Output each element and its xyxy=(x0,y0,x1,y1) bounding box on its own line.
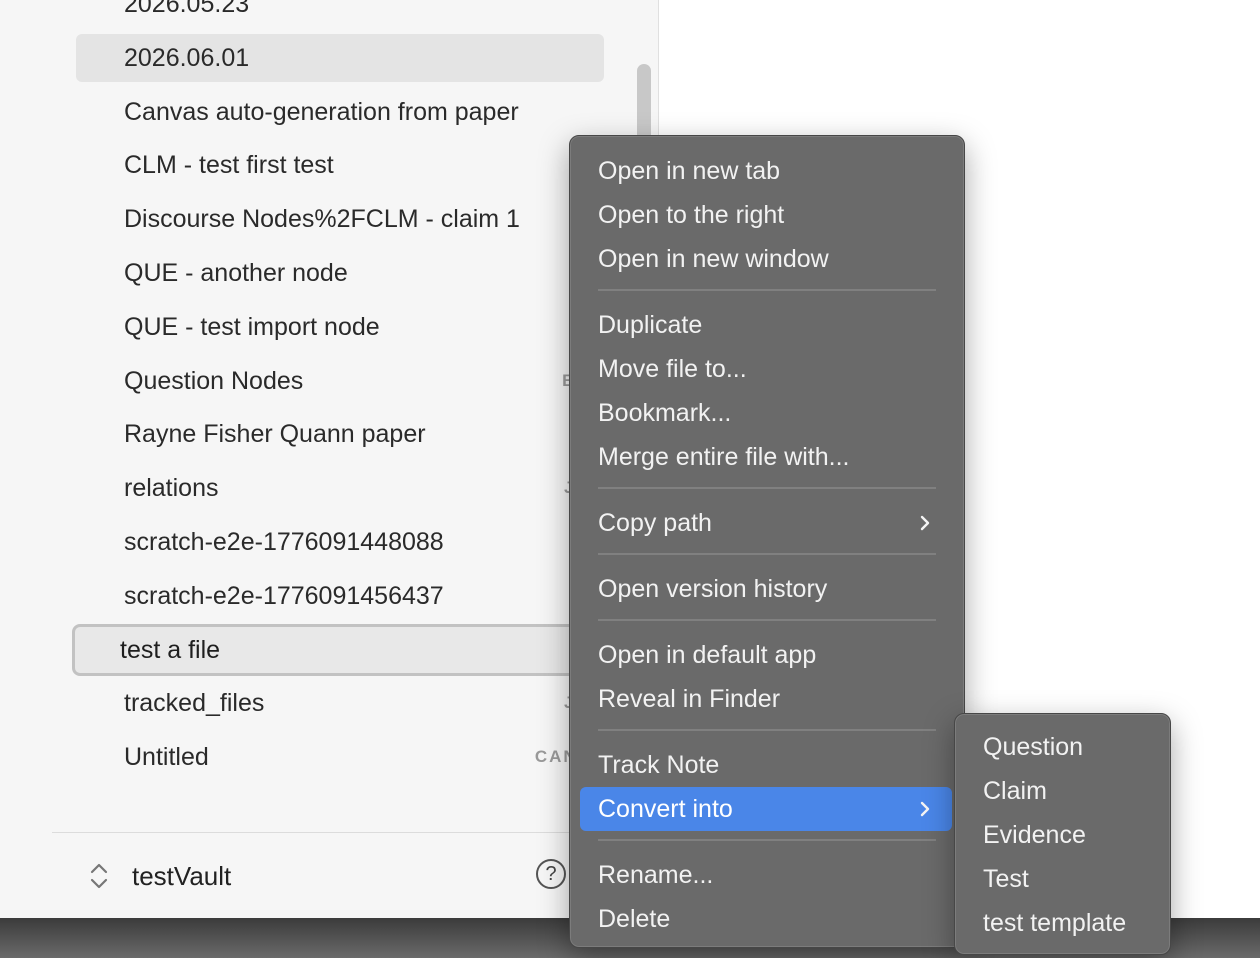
file-item[interactable]: scratch-e2e-1776091448088 xyxy=(76,518,604,566)
menu-item-label: Reveal in Finder xyxy=(598,685,781,713)
file-item-label: tracked_files xyxy=(124,689,265,718)
menu-item-open-in-new-tab[interactable]: Open in new tab xyxy=(580,149,952,193)
menu-item-label: Copy path xyxy=(598,509,712,537)
submenu-item-test-template[interactable]: test template xyxy=(965,901,1160,945)
file-item-label: QUE - test import node xyxy=(124,312,380,341)
file-item[interactable]: Discourse Nodes%2FCLM - claim 1 xyxy=(76,195,604,243)
file-item-label: 2026.06.01 xyxy=(124,43,250,72)
file-context-menu: Open in new tab Open to the right Open in … xyxy=(569,135,965,948)
menu-item-delete[interactable]: Delete xyxy=(580,897,952,941)
menu-item-rename[interactable]: Rename... xyxy=(580,853,952,897)
menu-item-open-version-history[interactable]: Open version history xyxy=(580,567,952,611)
submenu-item-label: test template xyxy=(983,909,1127,937)
file-item-label: Discourse Nodes%2FCLM - claim 1 xyxy=(124,205,520,234)
chevron-right-icon xyxy=(920,515,930,531)
menu-separator xyxy=(598,729,936,731)
file-item-label: Question Nodes xyxy=(124,366,304,395)
chevron-right-icon xyxy=(920,801,930,817)
file-explorer: 2026.05.23 2026.06.01 Canvas auto-generati… xyxy=(52,0,659,918)
file-item[interactable]: test a file xyxy=(72,623,632,676)
convert-into-submenu: Question Claim Evidence Test test template xyxy=(954,713,1171,955)
menu-item-label: Bookmark... xyxy=(598,399,732,427)
menu-item-label: Rename... xyxy=(598,861,714,889)
file-item-label: QUE - another node xyxy=(124,259,348,287)
menu-separator xyxy=(598,839,936,841)
submenu-item-claim[interactable]: Claim xyxy=(965,769,1160,813)
menu-item-reveal-in-finder[interactable]: Reveal in Finder xyxy=(580,677,952,721)
menu-item-track-note[interactable]: Track Note xyxy=(580,743,952,787)
submenu-item-label: Test xyxy=(983,865,1029,893)
file-item-label: Rayne Fisher Quann paper xyxy=(124,420,426,449)
file-item[interactable]: Canvas auto-generation from paper xyxy=(76,88,604,136)
submenu-item-question[interactable]: Question xyxy=(965,725,1160,769)
menu-item-label: Open in new tab xyxy=(598,157,781,185)
file-item-label: relations xyxy=(124,474,219,503)
menu-item-copy-path[interactable]: Copy path xyxy=(580,501,952,545)
menu-item-convert-into[interactable]: Convert into xyxy=(580,787,952,831)
footer-divider xyxy=(52,832,658,833)
menu-item-bookmark[interactable]: Bookmark... xyxy=(580,391,952,435)
menu-item-label: Move file to... xyxy=(598,355,747,383)
menu-item-open-to-the-right[interactable]: Open to the right xyxy=(580,193,952,237)
help-icon[interactable]: ? xyxy=(536,859,566,889)
menu-item-label: Convert into xyxy=(598,795,733,823)
file-item-label: scratch-e2e-1776091456437 xyxy=(124,581,444,610)
submenu-item-test[interactable]: Test xyxy=(965,857,1160,901)
menu-item-label: Open to the right xyxy=(598,201,785,229)
menu-separator xyxy=(598,289,936,291)
file-item[interactable]: UntitledCANVA xyxy=(76,733,604,781)
menu-item-label: Duplicate xyxy=(598,311,703,339)
file-item-label: 2026.05.23 xyxy=(124,0,250,18)
file-item[interactable]: 2026.05.23 xyxy=(76,0,604,28)
file-item[interactable]: relationsJSO xyxy=(76,464,604,512)
file-item[interactable]: tracked_filesJSO xyxy=(76,679,604,727)
ribbon-strip xyxy=(0,0,53,918)
menu-item-label: Open in default app xyxy=(598,641,817,669)
menu-item-label: Open version history xyxy=(598,575,828,603)
file-item-label: Untitled xyxy=(124,743,209,772)
file-item[interactable]: QUE - test import node xyxy=(76,303,604,351)
file-item[interactable]: Question NodesBAS xyxy=(76,357,604,405)
file-item[interactable]: scratch-e2e-1776091456437 xyxy=(76,572,604,620)
file-item-label: test a file xyxy=(120,635,221,664)
menu-separator xyxy=(598,553,936,555)
menu-separator xyxy=(598,619,936,621)
chevron-updown-icon[interactable] xyxy=(88,860,110,892)
menu-item-open-in-default-app[interactable]: Open in default app xyxy=(580,633,952,677)
menu-item-merge-entire-file-with[interactable]: Merge entire file with... xyxy=(580,435,952,479)
file-item[interactable]: Rayne Fisher Quann paper xyxy=(76,410,604,458)
submenu-item-label: Question xyxy=(983,733,1084,761)
menu-item-label: Track Note xyxy=(598,751,720,779)
file-item-label: scratch-e2e-1776091448088 xyxy=(124,528,444,556)
file-item[interactable]: QUE - another node xyxy=(76,249,604,297)
vault-switcher[interactable]: testVault xyxy=(132,856,231,896)
submenu-item-evidence[interactable]: Evidence xyxy=(965,813,1160,857)
file-item[interactable]: CLM - test first test xyxy=(76,141,604,189)
file-item[interactable]: 2026.06.01 xyxy=(76,33,604,82)
menu-separator xyxy=(598,487,936,489)
scrollbar[interactable] xyxy=(637,64,651,142)
submenu-item-label: Claim xyxy=(983,777,1047,805)
menu-item-label: Merge entire file with... xyxy=(598,443,850,471)
menu-item-label: Delete xyxy=(598,905,671,933)
file-item-label: CLM - test first test xyxy=(124,151,334,180)
submenu-item-label: Evidence xyxy=(983,821,1086,849)
menu-item-move-file-to[interactable]: Move file to... xyxy=(580,347,952,391)
file-item-label: Canvas auto-generation from paper xyxy=(124,97,519,126)
menu-item-label: Open in new window xyxy=(598,245,829,273)
menu-item-open-in-new-window[interactable]: Open in new window xyxy=(580,237,952,281)
menu-item-duplicate[interactable]: Duplicate xyxy=(580,303,952,347)
